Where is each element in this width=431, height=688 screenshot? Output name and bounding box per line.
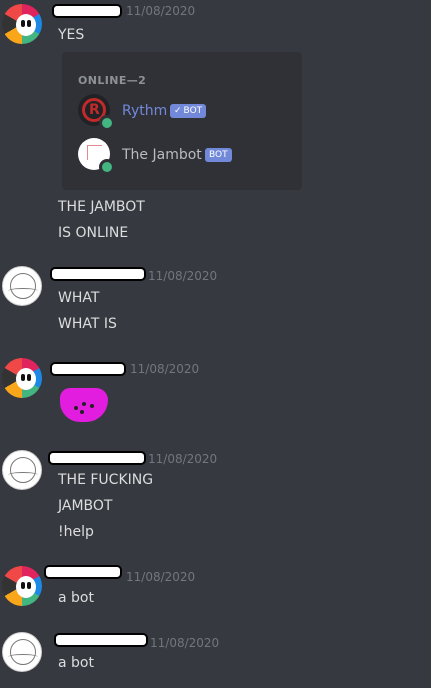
message-6: 11/08/2020 a bot xyxy=(0,628,431,688)
timestamp: 11/08/2020 xyxy=(126,570,196,584)
message-4: 11/08/2020 THE FUCKING JAMBOT !help xyxy=(0,446,431,546)
user-avatar[interactable] xyxy=(2,450,42,490)
kirby-face-icon xyxy=(16,14,36,36)
online-status-icon xyxy=(99,159,115,175)
bot-tag: BOT xyxy=(205,148,232,162)
hat-face-icon xyxy=(8,639,38,665)
member-name: The Jambot xyxy=(122,147,202,163)
redacted-username xyxy=(48,451,146,465)
user-avatar[interactable] xyxy=(2,4,42,44)
message-text: a bot xyxy=(58,655,94,671)
member-item-rythm[interactable]: R Rythm ✓ BOT xyxy=(78,94,298,131)
jambot-avatar xyxy=(78,138,115,175)
message-text: WHAT xyxy=(58,290,100,306)
timestamp: 11/08/2020 xyxy=(130,362,200,376)
kirby-face-icon xyxy=(16,576,36,598)
kirby-face-icon xyxy=(16,368,36,390)
user-avatar[interactable] xyxy=(2,566,42,606)
message-2: 11/08/2020 WHAT WHAT IS xyxy=(0,262,431,342)
verified-check-icon: ✓ xyxy=(174,106,182,116)
redacted-username xyxy=(54,633,148,647)
user-avatar[interactable] xyxy=(2,632,42,672)
message-text: !help xyxy=(58,524,94,540)
hat-face-icon xyxy=(8,273,38,299)
jambot-logo-icon xyxy=(87,145,102,160)
timestamp: 11/08/2020 xyxy=(150,636,220,650)
hat-face-icon xyxy=(8,457,38,483)
message-text: YES xyxy=(58,27,85,43)
user-avatar[interactable] xyxy=(2,358,42,398)
member-item-the-jambot[interactable]: The Jambot BOT xyxy=(78,138,298,175)
rythm-r-icon: R xyxy=(89,102,100,118)
member-list-heading: ONLINE—2 xyxy=(78,74,147,87)
message-text: IS ONLINE xyxy=(58,225,129,241)
redacted-username xyxy=(52,4,122,18)
message-text: THE JAMBOT xyxy=(58,199,145,215)
redacted-username xyxy=(50,362,126,376)
timestamp: 11/08/2020 xyxy=(126,4,196,18)
online-status-icon xyxy=(99,115,115,131)
bot-tag-label: BOT xyxy=(183,106,203,116)
bot-tag: ✓ BOT xyxy=(170,104,207,118)
message-text: a bot xyxy=(58,590,94,606)
message-text: THE FUCKING xyxy=(58,472,154,488)
redacted-username xyxy=(50,267,146,281)
member-list-embed: ONLINE—2 R Rythm ✓ BOT The Jambot BOT xyxy=(62,52,302,190)
redacted-username xyxy=(44,565,122,579)
rythm-avatar: R xyxy=(78,94,115,131)
user-avatar[interactable] xyxy=(2,266,42,306)
message-5: 11/08/2020 a bot xyxy=(0,562,431,622)
message-text: WHAT IS xyxy=(58,316,117,332)
timestamp: 11/08/2020 xyxy=(148,452,218,466)
member-name: Rythm xyxy=(122,103,168,119)
message-text: JAMBOT xyxy=(58,498,113,514)
timestamp: 11/08/2020 xyxy=(148,269,218,283)
